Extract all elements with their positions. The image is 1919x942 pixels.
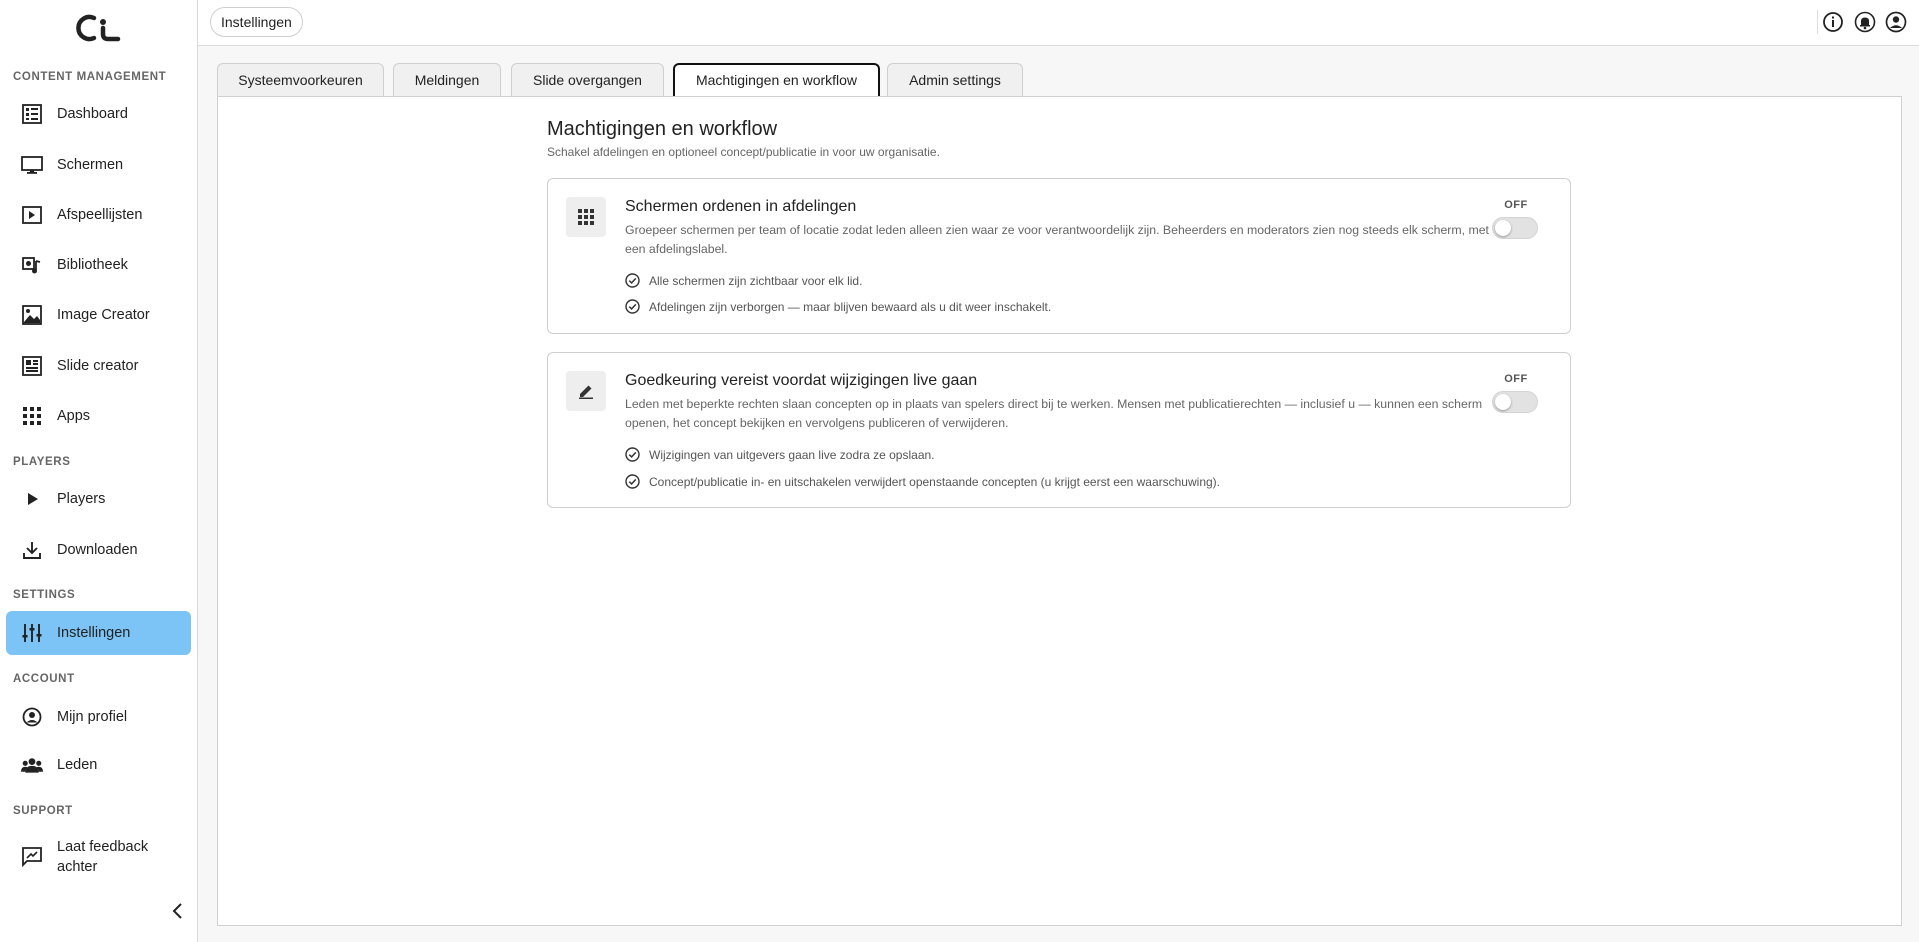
top-bar: Instellingen bbox=[198, 0, 1919, 46]
approval-check-2: Concept/publicatie in- en uitschakelen v… bbox=[625, 474, 1220, 489]
monitor-icon bbox=[21, 154, 43, 176]
sidebar-label-downloaden: Downloaden bbox=[57, 542, 138, 558]
section-players: PLAYERS bbox=[13, 456, 71, 468]
tab-admin-settings[interactable]: Admin settings bbox=[887, 63, 1023, 96]
section-settings: SETTINGS bbox=[13, 589, 76, 601]
feedback-icon bbox=[21, 846, 43, 868]
sidebar-item-mijn-profiel[interactable]: Mijn profiel bbox=[6, 695, 191, 739]
sidebar: CONTENT MANAGEMENT Dashboard Schermen Af… bbox=[0, 0, 198, 942]
approval-toggle-group: OFF bbox=[1492, 373, 1540, 413]
users-icon bbox=[21, 754, 43, 776]
sidebar-item-players[interactable]: Players bbox=[6, 477, 191, 521]
sidebar-label-feedback-line2: achter bbox=[57, 859, 98, 875]
page-title: Machtigingen en workflow bbox=[547, 118, 778, 140]
notifications-bell-icon[interactable] bbox=[1854, 11, 1876, 33]
top-bar-divider bbox=[1817, 10, 1818, 34]
pencil-icon bbox=[566, 371, 606, 411]
sidebar-item-afspeellijsten[interactable]: Afspeellijsten bbox=[6, 193, 191, 237]
sidebar-label-bibliotheek: Bibliotheek bbox=[57, 257, 128, 273]
apps-grid-icon bbox=[21, 405, 43, 427]
sidebar-label-afspeellijsten: Afspeellijsten bbox=[57, 207, 143, 223]
sidebar-item-dashboard[interactable]: Dashboard bbox=[6, 92, 191, 136]
check-circle-icon bbox=[625, 299, 640, 314]
sidebar-label-feedback-line1: Laat feedback bbox=[57, 839, 149, 855]
sidebar-label-apps: Apps bbox=[57, 408, 91, 424]
download-icon bbox=[21, 539, 43, 561]
sidebar-item-slide-creator[interactable]: Slide creator bbox=[6, 344, 191, 388]
section-support: SUPPORT bbox=[13, 805, 73, 817]
sidebar-label-schermen: Schermen bbox=[57, 157, 124, 173]
check-circle-icon bbox=[625, 273, 640, 288]
sidebar-label-image-creator: Image Creator bbox=[57, 307, 150, 323]
sidebar-label-mijn-profiel: Mijn profiel bbox=[57, 709, 128, 725]
approval-check-1-text: Wijzigingen van uitgevers gaan live zodr… bbox=[649, 447, 935, 462]
check-circle-icon bbox=[625, 474, 640, 489]
sidebar-item-downloaden[interactable]: Downloaden bbox=[6, 528, 191, 572]
sidebar-label-instellingen: Instellingen bbox=[57, 625, 131, 641]
info-icon[interactable] bbox=[1822, 11, 1844, 33]
tab-systeemvoorkeuren[interactable]: Systeemvoorkeuren bbox=[217, 63, 384, 96]
tab-machtigingen-en-workflow[interactable]: Machtigingen en workflow bbox=[673, 63, 880, 97]
sidebar-item-feedback[interactable]: Laat feedback achter bbox=[6, 834, 191, 880]
departments-check-2: Afdelingen zijn verborgen — maar blijven… bbox=[625, 299, 1051, 314]
departments-check-2-text: Afdelingen zijn verborgen — maar blijven… bbox=[649, 299, 1052, 314]
departments-card: Schermen ordenen in afdelingen Groepeer … bbox=[547, 178, 1571, 334]
approval-title: Goedkeuring vereist voordat wijzigingen … bbox=[625, 372, 978, 389]
tab-slide-overgangen[interactable]: Slide overgangen bbox=[511, 63, 664, 96]
library-icon bbox=[21, 254, 43, 276]
sidebar-label-dashboard: Dashboard bbox=[57, 106, 128, 122]
approval-description: Leden met beperkte rechten slaan concept… bbox=[625, 397, 1483, 430]
section-account: ACCOUNT bbox=[13, 673, 75, 685]
sidebar-item-bibliotheek[interactable]: Bibliotheek bbox=[6, 243, 191, 287]
app-logo[interactable] bbox=[72, 12, 126, 46]
collapse-sidebar-icon[interactable] bbox=[169, 901, 187, 921]
section-content-management: CONTENT MANAGEMENT bbox=[13, 71, 167, 83]
grid-icon bbox=[566, 197, 606, 237]
departments-title: Schermen ordenen in afdelingen bbox=[625, 198, 857, 215]
tab-meldingen[interactable]: Meldingen bbox=[393, 63, 501, 96]
approval-check-2-text: Concept/publicatie in- en uitschakelen v… bbox=[649, 474, 1220, 489]
sliders-icon bbox=[21, 622, 43, 644]
sidebar-item-schermen[interactable]: Schermen bbox=[6, 143, 191, 187]
departments-check-1: Alle schermen zijn zichtbaar voor elk li… bbox=[625, 273, 862, 288]
sidebar-item-image-creator[interactable]: Image Creator bbox=[6, 293, 191, 337]
approval-toggle[interactable] bbox=[1492, 391, 1538, 413]
settings-panel: Machtigingen en workflow Schakel afdelin… bbox=[217, 96, 1902, 926]
slide-icon bbox=[21, 355, 43, 377]
play-icon bbox=[21, 488, 43, 510]
approval-card: Goedkeuring vereist voordat wijzigingen … bbox=[547, 352, 1571, 508]
breadcrumb[interactable]: Instellingen bbox=[210, 7, 303, 37]
image-icon bbox=[21, 304, 43, 326]
sidebar-item-apps[interactable]: Apps bbox=[6, 394, 191, 438]
departments-check-1-text: Alle schermen zijn zichtbaar voor elk li… bbox=[649, 273, 863, 288]
dashboard-icon bbox=[21, 103, 43, 125]
approval-toggle-label: OFF bbox=[1504, 373, 1528, 385]
departments-toggle[interactable] bbox=[1492, 217, 1538, 239]
sidebar-label-feedback: Laat feedback achter bbox=[57, 837, 148, 877]
playlist-icon bbox=[21, 204, 43, 226]
sidebar-item-instellingen[interactable]: Instellingen bbox=[6, 611, 191, 655]
approval-check-1: Wijzigingen van uitgevers gaan live zodr… bbox=[625, 447, 935, 462]
sidebar-label-players: Players bbox=[57, 491, 106, 507]
sidebar-item-leden[interactable]: Leden bbox=[6, 743, 191, 787]
page-subtitle: Schakel afdelingen en optioneel concept/… bbox=[547, 145, 940, 159]
account-icon[interactable] bbox=[1885, 11, 1907, 33]
check-circle-icon bbox=[625, 447, 640, 462]
sidebar-label-slide-creator: Slide creator bbox=[57, 358, 139, 374]
departments-toggle-group: OFF bbox=[1492, 199, 1540, 239]
departments-toggle-label: OFF bbox=[1504, 199, 1528, 211]
departments-description: Groepeer schermen per team of locatie zo… bbox=[625, 223, 1489, 256]
sidebar-label-leden: Leden bbox=[57, 757, 98, 773]
user-circle-icon bbox=[21, 706, 43, 728]
